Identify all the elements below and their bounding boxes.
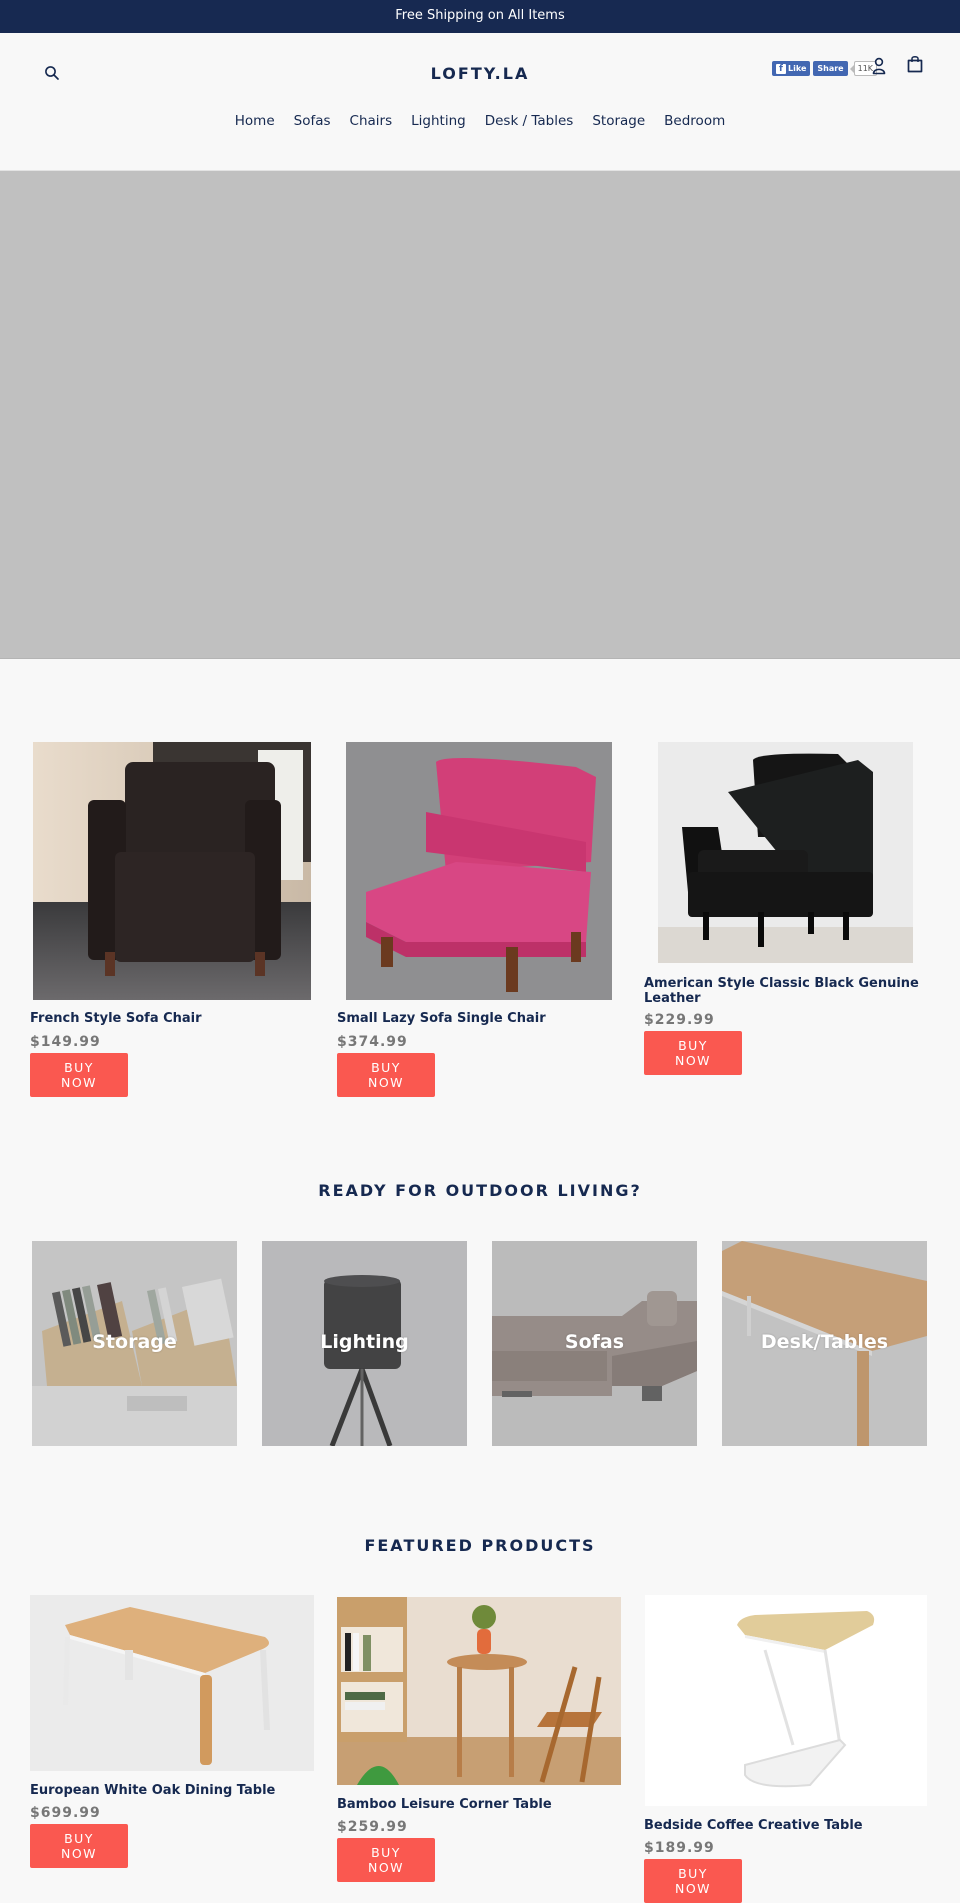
product-title[interactable]: European White Oak Dining Table [30,1783,315,1798]
product-title[interactable]: Bamboo Leisure Corner Table [337,1797,622,1812]
facebook-icon: f [776,63,786,74]
bedside-table-illustration [645,1595,927,1806]
buy-now-button[interactable]: BUY NOW [644,1859,742,1903]
nav-item-chairs[interactable]: Chairs [340,113,402,129]
facebook-like-label: Like [788,64,807,73]
product-title[interactable]: French Style Sofa Chair [30,1011,310,1026]
nav-item-sofas[interactable]: Sofas [284,113,340,129]
collection-tile-lighting[interactable]: Lighting [262,1241,467,1446]
nav-item-bedroom[interactable]: Bedroom [655,113,735,129]
product-image-dark-leather-armchair[interactable] [33,742,311,1000]
logo-link[interactable]: LOFTY.LA [431,64,530,83]
collection-label: Lighting [320,1331,409,1353]
product-price: $149.99 [30,1034,101,1050]
collection-tile-sofas[interactable]: Sofas [492,1241,697,1446]
account-icon [872,57,886,75]
product-price: $189.99 [644,1840,715,1856]
hero-image-placeholder [0,171,960,659]
buy-now-button[interactable]: BUY NOW [337,1053,435,1097]
buy-now-button[interactable]: BUY NOW [337,1838,435,1882]
nav-item-lighting[interactable]: Lighting [402,113,476,129]
collection-tile-desk-tables[interactable]: Desk/Tables [722,1241,927,1446]
collection-tile-storage[interactable]: Storage [32,1241,237,1446]
product-image-bamboo-corner-table[interactable] [337,1597,621,1785]
buy-now-button[interactable]: BUY NOW [30,1053,128,1097]
product-image-oak-dining-table[interactable] [30,1595,314,1771]
site-header: LOFTY.LA f Like Share 11K Home Sofas Cha… [0,33,960,171]
announcement-text: Free Shipping on All Items [395,8,565,23]
main-nav: Home Sofas Chairs Lighting Desk / Tables… [0,113,960,129]
product-title[interactable]: Bedside Coffee Creative Table [644,1818,929,1833]
facebook-share-button[interactable]: Share [813,61,848,76]
nav-item-desk-tables[interactable]: Desk / Tables [475,113,583,129]
product-price: $699.99 [30,1805,101,1821]
collection-label: Desk/Tables [760,1331,889,1353]
product-image-black-tufted-leather-armchair[interactable] [658,742,913,963]
black-armchair-illustration [658,742,913,963]
account-button[interactable] [872,57,890,77]
oak-table-illustration [30,1595,314,1771]
collection-label: Sofas [564,1331,625,1353]
bamboo-table-illustration [337,1597,621,1785]
product-image-pink-fabric-chair[interactable] [346,742,612,1000]
cart-button[interactable] [907,55,927,77]
product-price: $259.99 [337,1819,408,1835]
pink-chair-illustration [346,742,612,1000]
buy-now-button[interactable]: BUY NOW [644,1031,742,1075]
facebook-share-label: Share [817,64,844,73]
cart-icon [907,56,923,73]
nav-item-home[interactable]: Home [225,113,284,129]
facebook-widgets: f Like Share 11K [772,61,878,76]
product-price: $374.99 [337,1034,408,1050]
collection-label: Storage [92,1331,177,1353]
featured-section-title: FEATURED PRODUCTS [364,1536,596,1555]
search-button[interactable] [42,65,64,87]
buy-now-button[interactable]: BUY NOW [30,1824,128,1868]
facebook-like-button[interactable]: f Like [772,61,811,76]
search-icon [45,66,59,80]
armchair-illustration [33,742,311,1000]
product-title[interactable]: American Style Classic Black Genuine Lea… [644,976,934,1006]
nav-item-storage[interactable]: Storage [583,113,655,129]
collections-section-title: READY FOR OUTDOOR LIVING? [318,1181,642,1200]
product-price: $229.99 [644,1012,715,1028]
announcement-bar: Free Shipping on All Items [0,0,960,33]
product-title[interactable]: Small Lazy Sofa Single Chair [337,1011,627,1026]
product-image-bedside-c-table[interactable] [645,1595,927,1806]
